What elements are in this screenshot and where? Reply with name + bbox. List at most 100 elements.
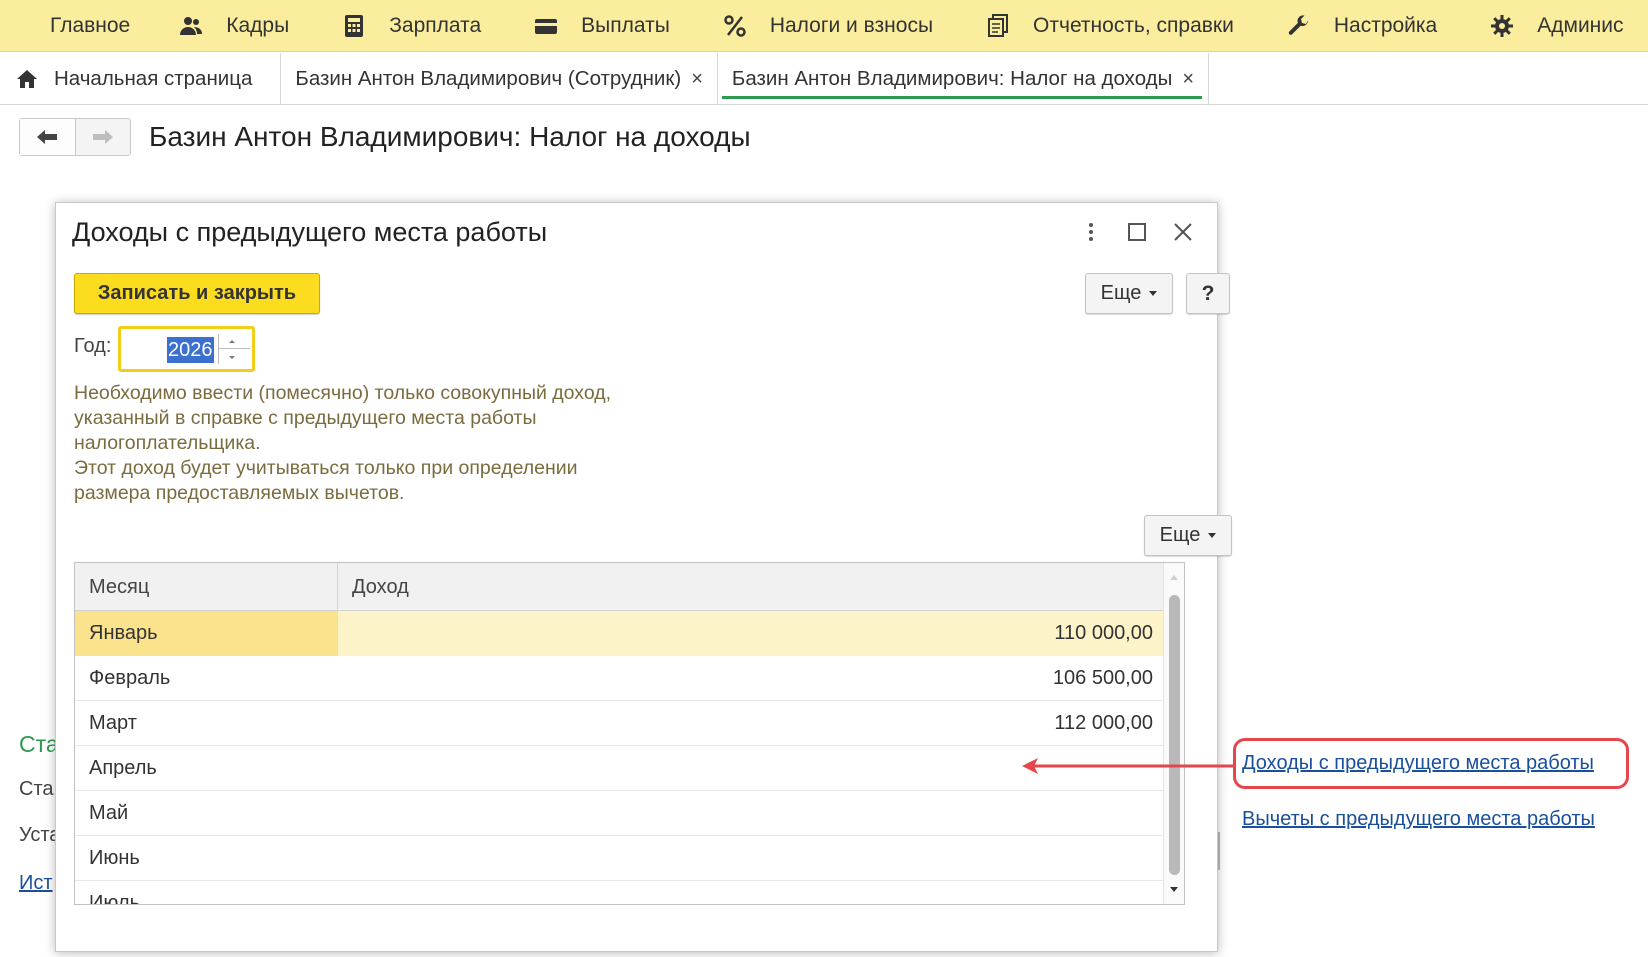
table-row[interactable]: Февраль 106 500,00 — [75, 656, 1165, 701]
table-row[interactable]: Март 112 000,00 — [75, 701, 1165, 746]
info-text: Необходимо ввести (помесячно) только сов… — [74, 381, 674, 506]
help-button[interactable]: ? — [1186, 273, 1230, 314]
table-row[interactable]: Июль — [75, 881, 1165, 905]
menu-item-reports[interactable]: Отчетность, справки — [985, 13, 1234, 39]
income-prev-job-link[interactable]: Доходы с предыдущего места работы — [1242, 752, 1594, 775]
info-line: размера предоставляемых вычетов. — [74, 482, 405, 504]
back-button[interactable] — [20, 119, 76, 155]
column-header-month[interactable]: Месяц — [75, 563, 338, 611]
month-cell: Апрель — [89, 757, 157, 779]
income-cell[interactable] — [338, 836, 1165, 881]
info-line: Необходимо ввести (помесячно) только сов… — [74, 382, 612, 404]
more-button-label: Еще — [1100, 282, 1142, 304]
income-table: Месяц Доход Январь 110 000,00 Февраль 10… — [74, 562, 1185, 905]
wrench-icon — [1286, 13, 1312, 39]
year-label: Год: — [74, 335, 112, 357]
menu-item-payments[interactable]: Выплаты — [533, 13, 670, 39]
menu-item-staff[interactable]: Кадры — [178, 13, 289, 39]
arrow-right-icon — [92, 130, 113, 144]
month-cell: Март — [89, 712, 137, 734]
main-menu-bar: Главное Кадры Зарплата Выплаты Налоги и … — [0, 0, 1648, 52]
save-and-close-button[interactable]: Записать и закрыть — [74, 273, 320, 314]
spin-up-icon[interactable] — [225, 335, 239, 347]
tab-label: Начальная страница — [54, 67, 253, 90]
menu-item-admin[interactable]: Админис — [1489, 13, 1624, 39]
menu-item-label: Кадры — [226, 13, 290, 37]
history-nav — [19, 118, 131, 156]
background-field-edge — [1218, 832, 1220, 870]
menu-item-label: Админис — [1537, 13, 1624, 37]
page-title: Базин Антон Владимирович: Налог на доход… — [149, 121, 751, 152]
info-line: налогоплательщика. — [74, 432, 261, 454]
deductions-prev-job-link[interactable]: Вычеты с предыдущего места работы — [1242, 808, 1595, 831]
month-cell: Май — [89, 802, 129, 824]
table-body: Январь 110 000,00 Февраль 106 500,00 Мар… — [75, 611, 1165, 905]
close-icon[interactable]: × — [691, 68, 703, 91]
tab-employee[interactable]: Базин Антон Владимирович (Сотрудник) × — [281, 53, 718, 105]
menu-item-label: Настройка — [1333, 13, 1438, 37]
gear-icon — [1489, 13, 1515, 39]
chevron-down-icon — [1149, 291, 1158, 296]
scroll-down-icon[interactable] — [1170, 887, 1178, 892]
arrow-left-icon — [37, 130, 58, 144]
tab-home[interactable]: Начальная страница — [0, 53, 282, 105]
table-row[interactable]: Апрель — [75, 746, 1165, 791]
menu-item-label: Налоги и взносы — [769, 13, 934, 37]
more-actions-icon[interactable] — [1076, 217, 1106, 247]
income-cell[interactable]: 110 000,00 — [338, 611, 1165, 656]
forward-button[interactable] — [76, 119, 131, 155]
table-header: Месяц Доход — [75, 563, 1165, 611]
menu-item-label: Отчетность, справки — [1033, 13, 1234, 37]
home-icon — [17, 70, 37, 88]
info-line: Этот доход будет учитываться только при … — [74, 457, 578, 479]
maximize-icon[interactable] — [1122, 217, 1152, 247]
income-cell[interactable]: 112 000,00 — [338, 701, 1165, 746]
scroll-thumb[interactable] — [1169, 595, 1180, 875]
tab-bar: Начальная страница Базин Антон Владимиро… — [0, 53, 1648, 105]
income-cell[interactable] — [338, 791, 1165, 836]
income-cell[interactable]: 106 500,00 — [338, 656, 1165, 701]
month-cell: Январь — [75, 611, 338, 656]
background-link[interactable]: Ист — [19, 872, 53, 895]
background-section-heading: Ста — [19, 731, 59, 757]
table-row[interactable]: Июнь — [75, 836, 1165, 881]
annotation-arrow-icon — [1022, 758, 1234, 774]
menu-item-taxes[interactable]: Налоги и взносы — [722, 13, 933, 39]
close-icon[interactable]: × — [1182, 68, 1194, 91]
year-input[interactable]: 2026 — [167, 337, 214, 363]
income-cell[interactable] — [338, 881, 1165, 904]
background-label: Ста — [19, 778, 54, 800]
menu-item-label: Главное — [50, 13, 131, 37]
menu-item-main[interactable]: Главное — [50, 14, 130, 38]
more-button[interactable]: Еще — [1085, 273, 1173, 314]
close-icon[interactable] — [1168, 217, 1198, 247]
spinner-divider — [218, 334, 219, 364]
month-cell: Июль — [89, 892, 141, 905]
percent-icon — [722, 13, 748, 39]
spin-down-icon[interactable] — [225, 351, 239, 363]
scroll-up-icon[interactable] — [1170, 575, 1178, 580]
tab-income-tax[interactable]: Базин Антон Владимирович: Налог на доход… — [718, 53, 1210, 105]
year-field[interactable]: 2026 — [118, 326, 255, 372]
dialog-title: Доходы с предыдущего места работы — [72, 217, 548, 247]
income-prev-job-dialog: Доходы с предыдущего места работы Записа… — [55, 202, 1232, 952]
tab-label: Базин Антон Владимирович: Налог на доход… — [731, 67, 1173, 90]
wallet-icon — [533, 13, 559, 39]
menu-item-settings[interactable]: Настройка — [1286, 13, 1437, 39]
table-scrollbar[interactable] — [1163, 563, 1184, 904]
calculator-icon — [341, 13, 367, 39]
month-cell: Июнь — [89, 847, 140, 869]
spinner-divider — [218, 348, 250, 349]
menu-item-salary[interactable]: Зарплата — [341, 13, 481, 39]
table-row[interactable]: Январь 110 000,00 — [75, 611, 1165, 656]
column-header-income[interactable]: Доход — [338, 563, 1165, 611]
more-button-label: Еще — [1159, 524, 1201, 546]
documents-icon — [985, 13, 1011, 39]
month-cell: Февраль — [89, 667, 171, 689]
chevron-down-icon — [1208, 533, 1217, 538]
tab-label: Базин Антон Владимирович (Сотрудник) — [295, 67, 682, 90]
table-row[interactable]: Май — [75, 791, 1165, 836]
table-more-button[interactable]: Еще — [1144, 515, 1232, 556]
info-line: указанный в справке с предыдущего места … — [74, 407, 537, 429]
menu-item-label: Выплаты — [581, 13, 670, 37]
